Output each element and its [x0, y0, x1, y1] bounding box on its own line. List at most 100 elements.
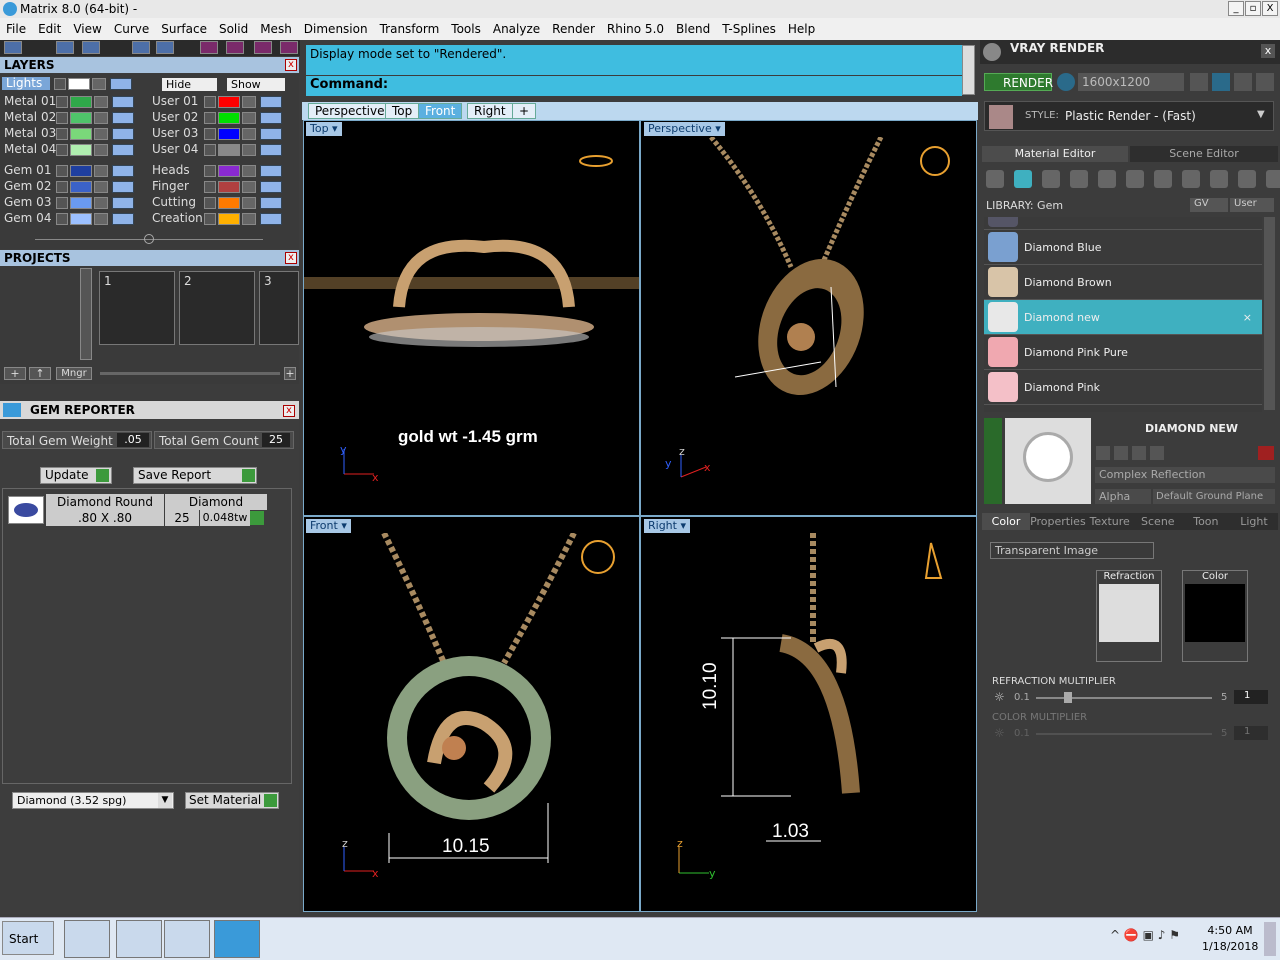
visibility-toggle[interactable] [112, 112, 134, 124]
tool-icon[interactable] [254, 41, 272, 54]
viewport-label-perspective[interactable]: Perspective ▾ [644, 122, 725, 136]
material-item[interactable]: Diamond Brown [984, 265, 1262, 300]
visibility-toggle[interactable] [260, 128, 282, 140]
play-icon[interactable] [250, 511, 264, 525]
color-slot[interactable]: Color [1182, 570, 1248, 662]
subtab-toon[interactable]: Toon [1181, 513, 1230, 530]
layer-color-swatch[interactable] [218, 96, 240, 108]
import-icon[interactable] [1150, 446, 1164, 460]
tab-scene-editor[interactable]: Scene Editor [1130, 146, 1278, 162]
gem-close-icon[interactable]: x [283, 405, 295, 417]
alpha-toggle[interactable]: Alpha [1095, 489, 1151, 504]
layer-color-swatch[interactable] [70, 112, 92, 124]
visibility-toggle[interactable] [112, 165, 134, 177]
menu-blend[interactable]: Blend [670, 22, 716, 36]
menu-dimension[interactable]: Dimension [298, 22, 374, 36]
layer-expand[interactable] [56, 213, 68, 225]
gv-filter[interactable]: GV [1190, 198, 1228, 212]
layer-expand[interactable] [56, 165, 68, 177]
camera-icon[interactable] [1057, 73, 1075, 91]
viewport-label-top[interactable]: Top ▾ [306, 122, 342, 136]
render-button[interactable]: RENDER [984, 73, 1053, 91]
layer-row[interactable]: User 04 [152, 142, 298, 158]
material-item[interactable]: Diamond Blue [984, 230, 1262, 265]
material-tool-icon[interactable] [1042, 170, 1060, 188]
visibility-toggle[interactable] [112, 213, 134, 225]
lock-icon[interactable] [94, 96, 108, 108]
material-tool-icon[interactable] [1182, 170, 1200, 188]
layer-row[interactable]: Heads [152, 163, 298, 179]
tab-right[interactable]: Right [467, 103, 513, 119]
collapse-icon[interactable] [144, 234, 154, 244]
layer-row[interactable]: User 01 [152, 94, 298, 110]
layer-color-swatch[interactable] [218, 144, 240, 156]
tab-front[interactable]: Front [418, 103, 463, 119]
project-slot[interactable]: 1 [99, 271, 175, 345]
transparent-select[interactable]: Transparent Image [990, 542, 1154, 559]
layer-row[interactable]: Metal 02 [4, 110, 144, 126]
visibility-toggle[interactable] [110, 78, 132, 90]
slider-value[interactable]: 1 [1234, 690, 1268, 704]
lock-icon[interactable] [94, 181, 108, 193]
command-scrollbar[interactable] [962, 45, 975, 95]
resolution-select[interactable]: 1600x1200 [1078, 73, 1184, 91]
layer-row[interactable]: Finger [152, 179, 298, 195]
viewport-label-right[interactable]: Right ▾ [644, 519, 690, 533]
layer-row[interactable]: Gem 04 [4, 211, 144, 227]
material-tool-icon[interactable] [1098, 170, 1116, 188]
layer-expand[interactable] [56, 112, 68, 124]
visibility-toggle[interactable] [260, 165, 282, 177]
menu-file[interactable]: File [0, 22, 32, 36]
menu-curve[interactable]: Curve [108, 22, 155, 36]
clock-time[interactable]: 4:50 AM [1206, 924, 1254, 937]
layer-expand[interactable] [56, 128, 68, 140]
ground-plane-toggle[interactable]: Default Ground Plane [1153, 489, 1275, 504]
lock-icon[interactable] [94, 197, 108, 209]
close-button[interactable]: X [1262, 1, 1278, 16]
tool-icon[interactable] [4, 41, 22, 54]
vray-close-icon[interactable]: x [1261, 44, 1275, 58]
material-tool-icon[interactable] [1210, 170, 1228, 188]
add-project-icon[interactable]: + [4, 367, 26, 380]
visibility-toggle[interactable] [112, 197, 134, 209]
layer-expand[interactable] [56, 144, 68, 156]
tab-perspective[interactable]: Perspective [308, 103, 392, 119]
layer-row[interactable]: Gem 03 [4, 195, 144, 211]
lock-icon[interactable] [94, 112, 108, 124]
tool-icon[interactable] [132, 41, 150, 54]
file-explorer-icon[interactable] [64, 920, 110, 958]
minimize-button[interactable]: _ [1228, 1, 1244, 16]
reflection-select[interactable]: Complex Reflection [1095, 467, 1275, 483]
menu-tsplines[interactable]: T-Splines [716, 22, 782, 36]
subtab-properties[interactable]: Properties [1030, 513, 1086, 530]
lock-icon[interactable] [242, 96, 256, 108]
layer-expand[interactable] [204, 165, 216, 177]
lock-icon[interactable] [242, 197, 256, 209]
style-select[interactable]: STYLE: Plastic Render - (Fast) ▼ [984, 101, 1274, 131]
show-desktop-button[interactable] [1264, 922, 1276, 956]
layers-close-icon[interactable]: x [285, 59, 297, 71]
rewind-icon[interactable] [1190, 73, 1208, 91]
save-report-button[interactable]: Save Report [133, 467, 257, 484]
layer-color-swatch[interactable] [218, 213, 240, 225]
expand-panel-icon[interactable] [984, 418, 1002, 504]
matrix-taskbar-icon[interactable] [214, 920, 260, 958]
clock-date[interactable]: 1/18/2018 [1202, 940, 1258, 953]
menu-rhino[interactable]: Rhino 5.0 [601, 22, 670, 36]
lock-icon[interactable] [92, 78, 106, 90]
viewport-label-front[interactable]: Front ▾ [306, 519, 351, 533]
layer-row[interactable]: Creation [152, 211, 298, 227]
tool-icon[interactable] [226, 41, 244, 54]
lock-icon[interactable] [94, 165, 108, 177]
visibility-toggle[interactable] [112, 181, 134, 193]
menu-solid[interactable]: Solid [213, 22, 254, 36]
layer-color-swatch[interactable] [70, 165, 92, 177]
visibility-toggle[interactable] [260, 96, 282, 108]
material-tool-icon[interactable] [1126, 170, 1144, 188]
lock-icon[interactable] [242, 112, 256, 124]
layer-color-swatch[interactable] [70, 181, 92, 193]
layer-color-swatch[interactable] [70, 144, 92, 156]
layer-expand[interactable] [204, 144, 216, 156]
layer-color-swatch[interactable] [70, 197, 92, 209]
save-icon[interactable] [1096, 446, 1110, 460]
